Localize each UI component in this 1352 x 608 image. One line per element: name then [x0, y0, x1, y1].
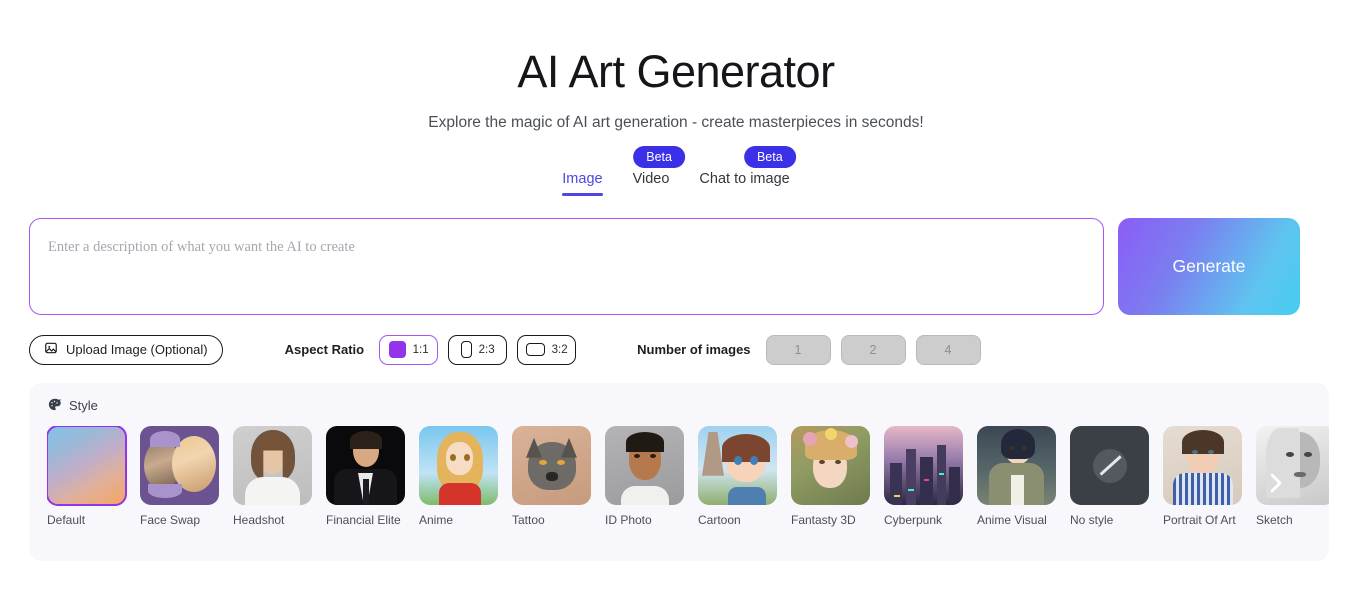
style-label-headshot: Headshot [233, 512, 285, 527]
beta-badge-chat: Beta [743, 145, 796, 169]
aspect-ratio-3-2[interactable]: 3:2 [517, 334, 577, 365]
palette-icon [47, 397, 62, 415]
style-label-no-style: No style [1070, 512, 1114, 527]
tab-image[interactable]: Image [562, 170, 603, 196]
mode-tabs: Image Beta Video Beta Chat to image [0, 145, 1352, 196]
beta-badge-video: Beta [633, 145, 685, 169]
style-item-face-swap[interactable]: Face Swap [140, 425, 219, 529]
generate-button[interactable]: Generate [1118, 217, 1300, 315]
tab-video[interactable]: Beta Video [632, 145, 685, 196]
prompt-row: Enter a description of what you want the… [29, 217, 1300, 315]
style-item-anime[interactable]: Anime [419, 425, 498, 529]
style-item-no-style[interactable]: No style [1070, 425, 1149, 529]
tab-image-label: Image [562, 170, 603, 187]
style-item-anime-visual[interactable]: Anime Visual [977, 425, 1056, 529]
aspect-ratio-1-1[interactable]: 1:1 [379, 334, 439, 365]
chevron-right-icon [1266, 468, 1286, 503]
aspect-ratio-group: 1:1 2:3 3:2 [379, 334, 577, 365]
number-of-images-4-label: 4 [944, 342, 952, 357]
tab-video-label: Video [632, 170, 670, 187]
number-of-images-label: Number of images [637, 342, 751, 358]
upload-image-button[interactable]: Upload Image (Optional) [29, 334, 223, 365]
style-label-anime-visual: Anime Visual [977, 512, 1047, 527]
square-swatch-icon [388, 341, 406, 359]
style-item-default[interactable]: Default [47, 425, 127, 529]
prompt-placeholder: Enter a description of what you want the… [48, 238, 355, 255]
aspect-ratio-3-2-label: 3:2 [551, 343, 568, 356]
style-item-cartoon[interactable]: Cartoon [698, 425, 777, 529]
style-thumb-headshot [233, 425, 312, 505]
tab-chat-to-image[interactable]: Beta Chat to image [699, 145, 796, 196]
style-thumb-face-swap [140, 425, 219, 505]
style-label-id-photo: ID Photo [605, 512, 652, 527]
style-thumb-no-style [1070, 425, 1149, 505]
tab-active-underline [562, 193, 603, 196]
page-subtitle: Explore the magic of AI art generation -… [428, 113, 924, 131]
style-strip[interactable]: Default Face Swap Headshot Financial Eli… [47, 425, 1329, 529]
aspect-ratio-2-3-label: 2:3 [478, 343, 495, 356]
style-item-id-photo[interactable]: ID Photo [605, 425, 684, 529]
number-of-images-4[interactable]: 4 [915, 334, 981, 365]
style-item-fantasty-3d[interactable]: Fantasty 3D [791, 425, 870, 529]
style-panel: Style Default Face Swap Headshot Financi… [29, 382, 1329, 561]
style-item-tattoo[interactable]: Tattoo [512, 425, 591, 529]
style-label-face-swap: Face Swap [140, 512, 201, 527]
style-item-portrait-of-art[interactable]: Portrait Of Art [1163, 425, 1242, 529]
generate-button-label: Generate [1172, 255, 1246, 276]
options-row: Upload Image (Optional) Aspect Ratio 1:1… [29, 334, 1352, 365]
style-item-financial-elite[interactable]: Financial Elite [326, 425, 405, 529]
style-thumb-financial-elite [326, 425, 405, 505]
image-icon [44, 341, 58, 358]
number-of-images-1-label: 1 [794, 342, 802, 357]
style-section-label: Style [69, 398, 98, 414]
number-of-images-1[interactable]: 1 [765, 334, 831, 365]
style-label-portrait-of-art: Portrait Of Art [1163, 512, 1236, 527]
aspect-ratio-label: Aspect Ratio [284, 342, 365, 358]
tab-chat-to-image-label: Chat to image [699, 170, 790, 187]
style-label-cyberpunk: Cyberpunk [884, 512, 943, 527]
style-thumb-anime-visual [977, 425, 1056, 505]
style-scroll-next-button[interactable] [1261, 455, 1291, 515]
style-thumb-cyberpunk [884, 425, 963, 505]
landscape-rect-icon [525, 343, 545, 357]
style-item-cyberpunk[interactable]: Cyberpunk [884, 425, 963, 529]
style-thumb-anime [419, 425, 498, 505]
number-of-images-2[interactable]: 2 [840, 334, 906, 365]
number-of-images-2-label: 2 [869, 342, 877, 357]
style-thumb-fantasty-3d [791, 425, 870, 505]
style-label-cartoon: Cartoon [698, 512, 741, 527]
style-label-tattoo: Tattoo [512, 512, 545, 527]
style-thumb-tattoo [512, 425, 591, 505]
style-label-default: Default [47, 512, 86, 527]
aspect-ratio-2-3[interactable]: 2:3 [448, 334, 508, 365]
style-thumb-cartoon [698, 425, 777, 505]
page-title: AI Art Generator [517, 46, 835, 97]
number-of-images-group: 1 2 4 [765, 334, 981, 365]
upload-image-label: Upload Image (Optional) [66, 342, 208, 358]
aspect-ratio-1-1-label: 1:1 [412, 343, 429, 356]
style-label-anime: Anime [419, 512, 454, 527]
prompt-input[interactable]: Enter a description of what you want the… [29, 217, 1104, 315]
portrait-rect-icon [460, 341, 472, 359]
style-thumb-default [47, 425, 127, 506]
style-section-header: Style [47, 397, 1329, 415]
style-label-financial-elite: Financial Elite [326, 512, 401, 527]
style-thumb-portrait-of-art [1163, 425, 1242, 505]
style-label-fantasty-3d: Fantasty 3D [791, 512, 856, 527]
style-thumb-id-photo [605, 425, 684, 505]
style-item-headshot[interactable]: Headshot [233, 425, 312, 529]
